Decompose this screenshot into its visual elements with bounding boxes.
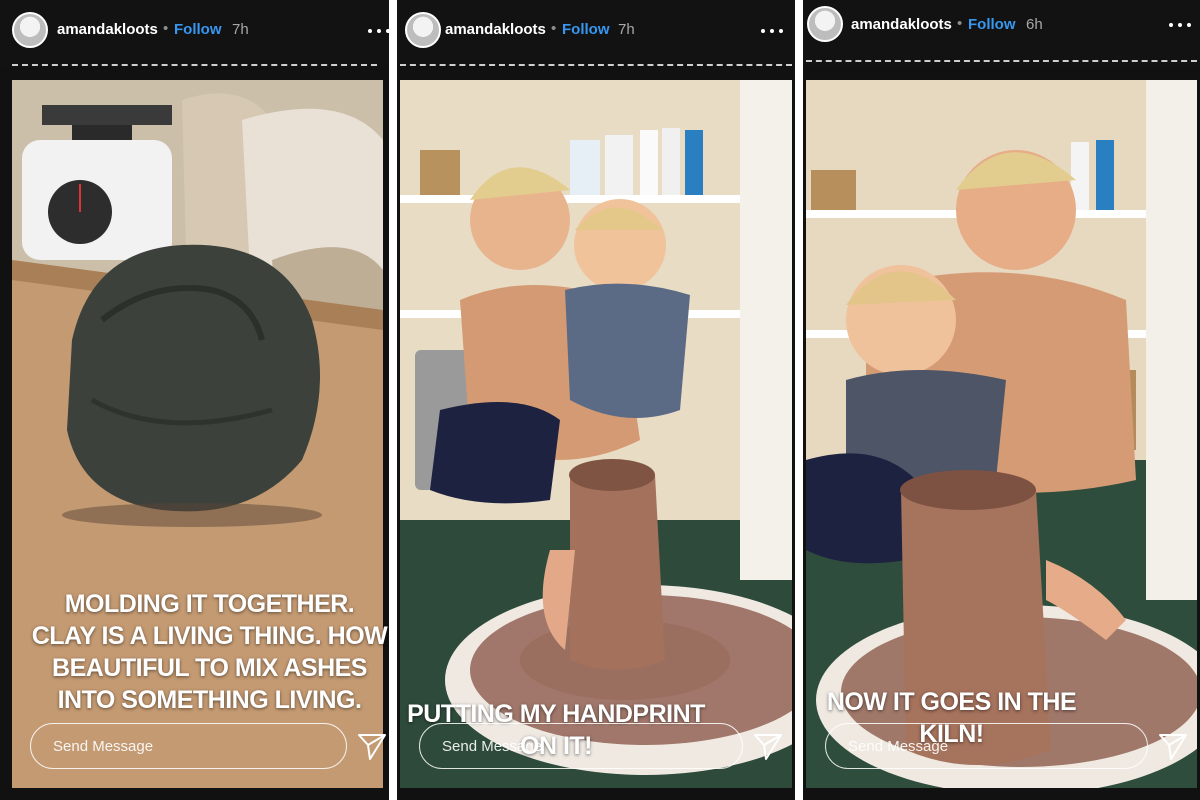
username[interactable]: amandakloots <box>57 21 158 38</box>
timestamp: 6h <box>1026 16 1043 33</box>
separator-dot: • <box>957 15 963 32</box>
avatar[interactable] <box>807 6 843 42</box>
story-progress-bar <box>400 64 792 66</box>
avatar[interactable] <box>405 12 441 48</box>
timestamp: 7h <box>232 21 249 38</box>
story-progress-bar <box>12 64 377 66</box>
follow-button[interactable]: Follow <box>174 21 222 38</box>
avatar[interactable] <box>12 12 48 48</box>
send-message-input[interactable]: Send Message <box>419 723 743 769</box>
more-options-icon[interactable] <box>761 28 783 34</box>
story-caption: MOLDING IT TOGETHER. CLAY IS A LIVING TH… <box>31 590 388 714</box>
follow-button[interactable]: Follow <box>562 21 610 38</box>
more-options-icon[interactable] <box>1169 22 1191 28</box>
username[interactable]: amandakloots <box>445 21 546 38</box>
send-message-input[interactable]: Send Message <box>825 723 1148 769</box>
follow-button[interactable]: Follow <box>968 16 1016 33</box>
story-panel-3: amandakloots • Follow 6h NOW IT GOES IN … <box>803 0 1200 800</box>
story-progress-bar <box>806 60 1197 62</box>
story-photo-finished-vase <box>806 80 1197 788</box>
story-panel-1: amandakloots • Follow 7h MOLDING IT TOGE… <box>0 0 389 800</box>
send-message-row: Send Message <box>419 722 785 770</box>
paper-plane-icon[interactable] <box>355 731 389 761</box>
send-message-input[interactable]: Send Message <box>30 723 347 769</box>
separator-dot: • <box>551 20 557 37</box>
story-header: amandakloots • Follow 7h <box>397 0 795 66</box>
story-panel-2: amandakloots • Follow 7h PUTTING MY HAND… <box>397 0 795 800</box>
send-message-row: Send Message <box>30 722 389 770</box>
story-header: amandakloots • Follow 6h <box>803 0 1200 66</box>
timestamp: 7h <box>618 21 635 38</box>
story-photo-throwing-pot <box>400 80 792 788</box>
paper-plane-icon[interactable] <box>751 731 785 761</box>
story-header: amandakloots • Follow 7h <box>0 0 389 66</box>
send-message-row: Send Message <box>825 722 1190 770</box>
more-options-icon[interactable] <box>368 28 389 34</box>
separator-dot: • <box>163 20 169 37</box>
username[interactable]: amandakloots <box>851 16 952 33</box>
paper-plane-icon[interactable] <box>1156 731 1190 761</box>
